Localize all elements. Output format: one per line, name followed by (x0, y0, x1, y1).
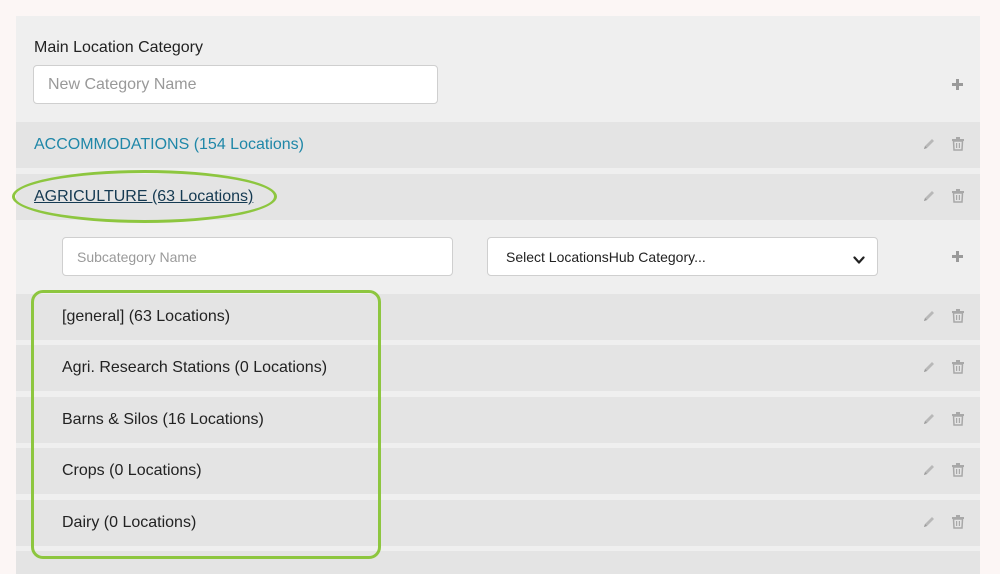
subcategory-name-input[interactable]: Subcategory Name (62, 237, 453, 276)
plus-icon[interactable] (952, 79, 963, 90)
pencil-icon[interactable] (922, 360, 936, 374)
trash-icon[interactable] (952, 189, 964, 203)
trash-icon[interactable] (952, 309, 964, 323)
category-link-accommodations[interactable]: ACCOMMODATIONS (154 Locations) (16, 136, 304, 154)
locationshub-category-select[interactable]: Select LocationsHub Category... (487, 237, 878, 276)
subcategory-name-placeholder: Subcategory Name (77, 248, 197, 265)
new-category-placeholder: New Category Name (48, 75, 197, 93)
category-link-agriculture[interactable]: AGRICULTURE (63 Locations) (16, 188, 253, 206)
subcategory-row: Agri. Research Stations (0 Locations) (16, 345, 980, 391)
category-panel: Main Location Category New Category Name… (16, 16, 980, 574)
pencil-icon[interactable] (922, 463, 936, 477)
category-row-agriculture: AGRICULTURE (63 Locations) (16, 174, 980, 220)
trash-icon[interactable] (952, 360, 964, 374)
trash-icon[interactable] (952, 412, 964, 426)
trash-icon[interactable] (952, 463, 964, 477)
subcategory-label: Agri. Research Stations (0 Locations) (62, 359, 328, 376)
category-row-accommodations: ACCOMMODATIONS (154 Locations) (16, 122, 980, 168)
subcategory-label: Crops (0 Locations) (62, 462, 202, 479)
pencil-icon[interactable] (922, 309, 936, 323)
main-category-label: Main Location Category (34, 39, 203, 56)
subcategory-label: [general] (63 Locations) (62, 308, 231, 325)
trash-icon[interactable] (952, 137, 964, 151)
plus-icon[interactable] (952, 251, 963, 262)
pencil-icon[interactable] (922, 515, 936, 529)
subcategory-row-partial (16, 551, 980, 574)
locationshub-category-select-value: Select LocationsHub Category... (506, 248, 706, 265)
subcategory-label: Dairy (0 Locations) (62, 514, 197, 531)
subcategory-row: [general] (63 Locations) (16, 294, 980, 340)
pencil-icon[interactable] (922, 189, 936, 203)
trash-icon[interactable] (952, 515, 964, 529)
chevron-down-icon (853, 252, 865, 268)
subcategory-row: Crops (0 Locations) (16, 448, 980, 494)
pencil-icon[interactable] (922, 412, 936, 426)
new-category-input[interactable]: New Category Name (33, 65, 438, 104)
subcategory-label: Barns & Silos (16 Locations) (62, 411, 264, 428)
subcategory-row: Dairy (0 Locations) (16, 500, 980, 546)
pencil-icon[interactable] (922, 137, 936, 151)
subcategory-row: Barns & Silos (16 Locations) (16, 397, 980, 443)
